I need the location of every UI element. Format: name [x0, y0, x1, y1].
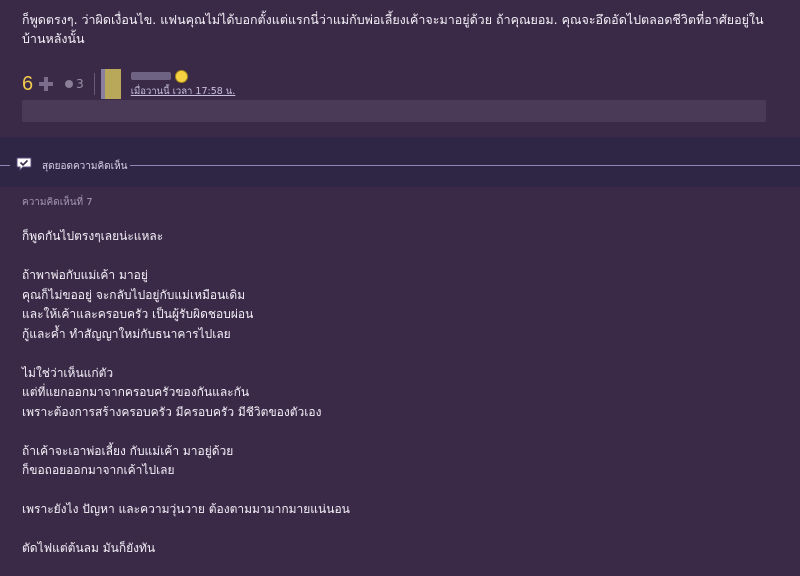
reply-line: เพราะยังไง ปัญหา และความวุ่นวาย ต้องตามม… — [22, 502, 350, 516]
redacted-bar — [22, 100, 766, 122]
reply-line: ไม่ใช่ว่าเห็นแก่ตัว — [22, 365, 114, 380]
emotion-count-value: 3 — [76, 77, 84, 91]
vote-count: 6 — [22, 72, 34, 95]
reply-body: ก็พูดกันไปตรงๆเลยน่ะแหละ ถ้าพาพ่อกับแม่เ… — [22, 227, 782, 559]
reply-line — [22, 344, 782, 364]
divider-line — [0, 165, 10, 166]
divider-line — [130, 165, 800, 166]
plus-vote-icon[interactable] — [39, 77, 54, 91]
avatar[interactable] — [104, 69, 121, 99]
reply-line — [22, 422, 782, 442]
reply-line — [22, 247, 782, 267]
best-comment-label: สุดยอดความคิดเห็น — [42, 161, 128, 172]
reply-line: และให้เค้าและครอบครัว เป็นผู้รับผิดชอบผ่… — [22, 307, 254, 321]
divider — [93, 73, 95, 95]
reply-line: แต่ที่แยกออกมาจากครอบครัวของกันและกัน — [22, 385, 250, 399]
post-time-link[interactable]: เมื่อวานนี้ เวลา 17:58 น. — [131, 84, 236, 99]
reply-line: ตัดไฟแต่ต้นลม มันก็ยังทัน — [22, 541, 156, 555]
comment-number[interactable]: ความคิดเห็นที่ 7 — [22, 195, 93, 210]
reply-line: ถ้าพาพ่อกับแม่เค้า มาอยู่ — [22, 268, 148, 282]
top-comment-text: ก็พูดตรงๆ. ว่าผิดเงื่อนไข. แฟนคุณไม่ได้บ… — [22, 12, 764, 46]
reply-line: เพราะต้องการสร้างครอบครัว มีครอบครัว มีช… — [22, 404, 322, 419]
username-redacted[interactable] — [130, 72, 171, 80]
user-info: เมื่อวานนี้ เวลา 17:58 น. — [130, 70, 251, 99]
reply-comment: ความคิดเห็นที่ 7 ก็พูดกันไปตรงๆเลยน่ะแหล… — [0, 187, 800, 576]
emotion-icon — [65, 80, 74, 88]
chat-bubble-icon — [16, 157, 32, 171]
reply-line: กู้และค้ำ ทำสัญญาใหม่กับธนาคารไปเลย — [22, 326, 231, 341]
best-comment-header: สุดยอดความคิดเห็น — [0, 137, 800, 187]
smile-icon — [174, 70, 188, 83]
emotion-count[interactable]: 3 — [65, 77, 84, 91]
top-comment: ก็พูดตรงๆ. ว่าผิดเงื่อนไข. แฟนคุณไม่ได้บ… — [0, 0, 800, 130]
vote-row: 6 3 เมื่อวานนี้ เวลา 17:58 น. — [22, 69, 251, 99]
reply-line: คุณก็ไม่ขออยู่ จะกลับไปอยู่กับแม่เหมือนเ… — [22, 287, 246, 302]
reply-line: ก็พูดกันไปตรงๆเลยน่ะแหละ — [22, 229, 164, 243]
reply-line — [22, 520, 782, 540]
reply-line: ถ้าเค้าจะเอาพ่อเลี้ยง กับแม่เค้า มาอยู่ด… — [22, 443, 234, 458]
reply-line: ก็ขอถอยออกมาจากเค้าไปเลย — [22, 463, 175, 477]
reply-line — [22, 481, 782, 501]
